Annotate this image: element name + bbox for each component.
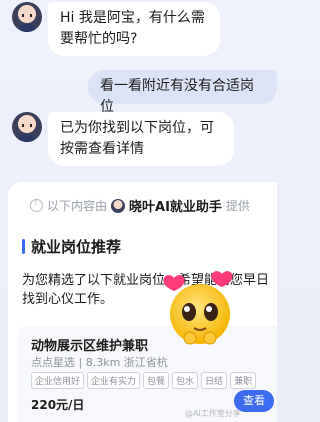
job-tag: 日结: [201, 372, 228, 389]
job-title: 动物展示区维护兼职: [31, 339, 149, 354]
job-tag: 企业信用好: [31, 372, 85, 389]
bot-greeting-bubble: Hi 我是阿宝，有什么需要帮忙的吗?: [48, 2, 220, 56]
watermark: @Ai工作室分享: [185, 409, 241, 418]
bot-avatar: [12, 2, 42, 32]
provider-prefix: 以下内容由: [47, 199, 108, 213]
job-tag: 企业有实力: [87, 372, 141, 389]
provider-name: 晓叶AI就业助手: [129, 200, 222, 215]
job-tag: 包餐: [143, 372, 170, 389]
bot-reply-bubble: 已为你找到以下岗位，可按需查看详情: [48, 112, 234, 166]
section-title: 就业岗位推荐: [22, 236, 121, 257]
job-meta: 点点星选 | 8.3km 浙江省杭: [31, 356, 168, 369]
assistant-avatar-icon: [111, 198, 126, 213]
job-tags: 企业信用好 企业有实力 包餐 包水 日结 兼职: [31, 372, 257, 389]
info-icon: [30, 198, 43, 212]
user-query-bubble: 看一看附近有没有合适岗位: [88, 70, 277, 115]
provider-suffix: 提供: [225, 199, 250, 213]
section-title-text: 就业岗位推荐: [31, 238, 122, 256]
pleading-face-with-hearts-icon: [163, 271, 233, 345]
job-salary: 220元/日: [31, 398, 85, 412]
job-tag: 包水: [172, 372, 199, 389]
provider-line: 以下内容由 晓叶AI就业助手 提供: [30, 196, 250, 215]
job-tag: 兼职: [230, 372, 257, 389]
title-accent-bar: [22, 239, 25, 254]
bot-avatar: [12, 112, 42, 142]
